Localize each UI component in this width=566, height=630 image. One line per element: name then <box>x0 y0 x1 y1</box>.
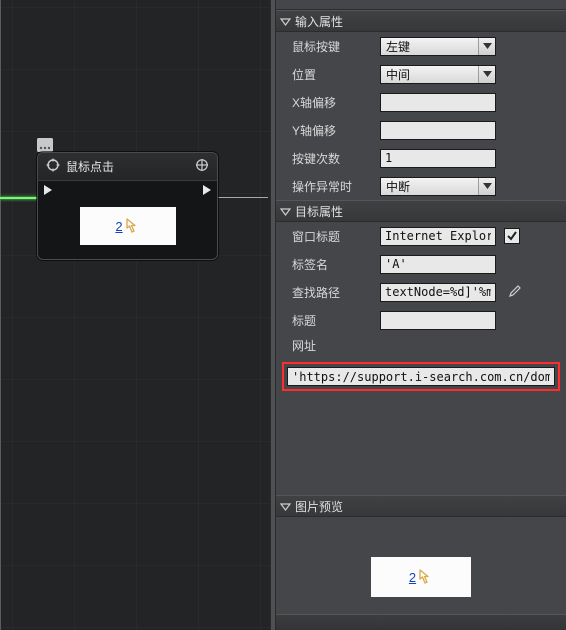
expander-open-icon <box>280 16 291 27</box>
wire-incoming <box>0 197 42 199</box>
input-press-count[interactable] <box>380 149 496 168</box>
section-header-target[interactable]: 目标属性 <box>276 200 566 222</box>
properties-panel: 输入属性 鼠标按键 左键 位置 中间 X轴偏移 Y轴偏移 按键次数 操作异 <box>276 0 566 630</box>
input-field[interactable] <box>381 122 495 139</box>
prop-row-title: 标题 <box>276 306 566 334</box>
input-field[interactable] <box>381 150 495 167</box>
expander-open-icon <box>280 501 291 512</box>
checkbox-window-title[interactable] <box>504 228 520 244</box>
prop-label: 标题 <box>292 312 372 329</box>
status-bar <box>276 614 566 630</box>
input-tag-name[interactable] <box>380 255 496 274</box>
comment-tab-icon[interactable] <box>37 138 53 152</box>
input-y-offset[interactable] <box>380 121 496 140</box>
input-url[interactable] <box>287 367 555 386</box>
section-title: 输入属性 <box>295 13 343 30</box>
wire-outgoing <box>218 197 268 198</box>
preview-text: 2 <box>409 570 416 585</box>
section-title: 目标属性 <box>295 203 343 220</box>
prop-label: 窗口标题 <box>292 228 372 245</box>
input-x-offset[interactable] <box>380 93 496 112</box>
section-title: 图片预览 <box>295 498 343 515</box>
node-port-row <box>38 181 217 201</box>
prop-row-press-count: 按键次数 <box>276 144 566 172</box>
prop-row-position: 位置 中间 <box>276 60 566 88</box>
prop-label: 位置 <box>292 66 372 83</box>
target-reticle-icon <box>46 158 60 175</box>
prop-label: Y轴偏移 <box>292 122 372 139</box>
node-mouse-click[interactable]: 鼠标点击 2 <box>37 152 218 260</box>
combo-mouse-button[interactable]: 左键 <box>380 37 496 56</box>
prop-row-tag-name: 标签名 <box>276 250 566 278</box>
blank-area <box>282 395 560 489</box>
port-in-icon[interactable] <box>44 185 52 195</box>
prop-row-mouse-button: 鼠标按键 左键 <box>276 32 566 60</box>
prop-row-x-offset: X轴偏移 <box>276 88 566 116</box>
prop-label: X轴偏移 <box>292 94 372 111</box>
prop-label: 按键次数 <box>292 150 372 167</box>
input-field[interactable] <box>381 256 495 273</box>
dropdown-arrow-icon[interactable] <box>478 66 495 83</box>
input-field[interactable] <box>381 94 495 111</box>
section-header-preview[interactable]: 图片预览 <box>276 495 566 517</box>
combo-value: 左键 <box>381 38 478 55</box>
node-preview-text: 2 <box>115 219 122 234</box>
pencil-icon[interactable] <box>508 284 522 301</box>
graph-canvas[interactable]: 鼠标点击 2 <box>0 0 270 630</box>
prop-label: 查找路径 <box>292 284 372 301</box>
expander-open-icon <box>280 206 291 217</box>
prop-row-window-title: 窗口标题 <box>276 222 566 250</box>
prop-row-find-path: 查找路径 <box>276 278 566 306</box>
prop-row-on-exception: 操作异常时 中断 <box>276 172 566 200</box>
input-window-title[interactable] <box>380 227 496 246</box>
input-find-path[interactable] <box>380 283 496 302</box>
section-header-input[interactable]: 输入属性 <box>276 10 566 32</box>
prop-label: 网址 <box>292 337 372 354</box>
input-field[interactable] <box>381 284 495 301</box>
combo-position[interactable]: 中间 <box>380 65 496 84</box>
node-thumbnail: 2 <box>80 207 176 245</box>
preview-thumbnail: 2 <box>371 557 471 597</box>
input-field[interactable] <box>381 228 495 245</box>
url-highlight-box <box>282 362 560 391</box>
input-field[interactable] <box>288 368 554 385</box>
preview-area: 2 <box>276 517 566 614</box>
prop-label: 操作异常时 <box>292 178 372 195</box>
node-header[interactable]: 鼠标点击 <box>38 153 217 181</box>
panel-top-strip <box>276 0 566 10</box>
prop-label: 鼠标按键 <box>292 38 372 55</box>
port-out-icon[interactable] <box>203 185 211 195</box>
input-title[interactable] <box>380 311 496 330</box>
node-title: 鼠标点击 <box>66 158 189 175</box>
combo-value: 中间 <box>381 66 478 83</box>
input-field[interactable] <box>381 312 495 329</box>
combo-on-exception[interactable]: 中断 <box>380 177 496 196</box>
crosshair-icon[interactable] <box>195 158 209 175</box>
dropdown-arrow-icon[interactable] <box>478 38 495 55</box>
combo-value: 中断 <box>381 178 478 195</box>
prop-row-url-label: 网址 <box>276 334 566 356</box>
prop-label: 标签名 <box>292 256 372 273</box>
dropdown-arrow-icon[interactable] <box>478 178 495 195</box>
prop-row-y-offset: Y轴偏移 <box>276 116 566 144</box>
